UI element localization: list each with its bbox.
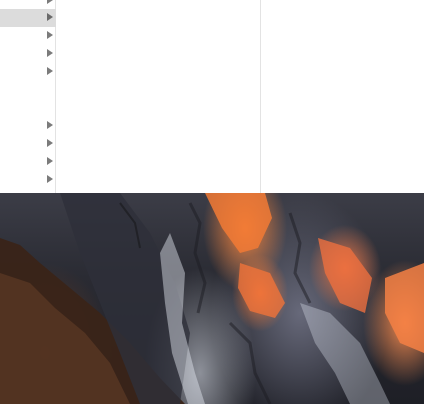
chevron-right-icon[interactable] <box>47 157 53 165</box>
finder-column-view <box>0 0 424 193</box>
chevron-right-icon[interactable] <box>47 175 53 183</box>
sidebar-row[interactable] <box>0 9 56 27</box>
sidebar-row[interactable] <box>0 81 56 99</box>
chevron-right-icon[interactable] <box>47 121 53 129</box>
finder-column-2[interactable] <box>56 0 261 193</box>
chevron-right-icon[interactable] <box>47 0 53 4</box>
finder-column-1[interactable] <box>0 0 56 193</box>
sidebar-row[interactable] <box>0 171 56 189</box>
chevron-right-icon[interactable] <box>47 31 53 39</box>
finder-column-3[interactable] <box>261 0 424 193</box>
chevron-right-icon[interactable] <box>47 49 53 57</box>
chevron-right-icon[interactable] <box>47 67 53 75</box>
sidebar-row[interactable] <box>0 99 56 117</box>
sidebar-row[interactable] <box>0 63 56 81</box>
desktop-wallpaper <box>0 193 424 404</box>
sidebar-row[interactable] <box>0 117 56 135</box>
sidebar-row[interactable] <box>0 153 56 171</box>
chevron-right-icon[interactable] <box>47 139 53 147</box>
sidebar-row[interactable] <box>0 27 56 45</box>
mountain-wallpaper-image <box>0 193 424 404</box>
sidebar-row[interactable] <box>0 135 56 153</box>
chevron-right-icon[interactable] <box>47 13 53 21</box>
sidebar-row[interactable] <box>0 45 56 63</box>
